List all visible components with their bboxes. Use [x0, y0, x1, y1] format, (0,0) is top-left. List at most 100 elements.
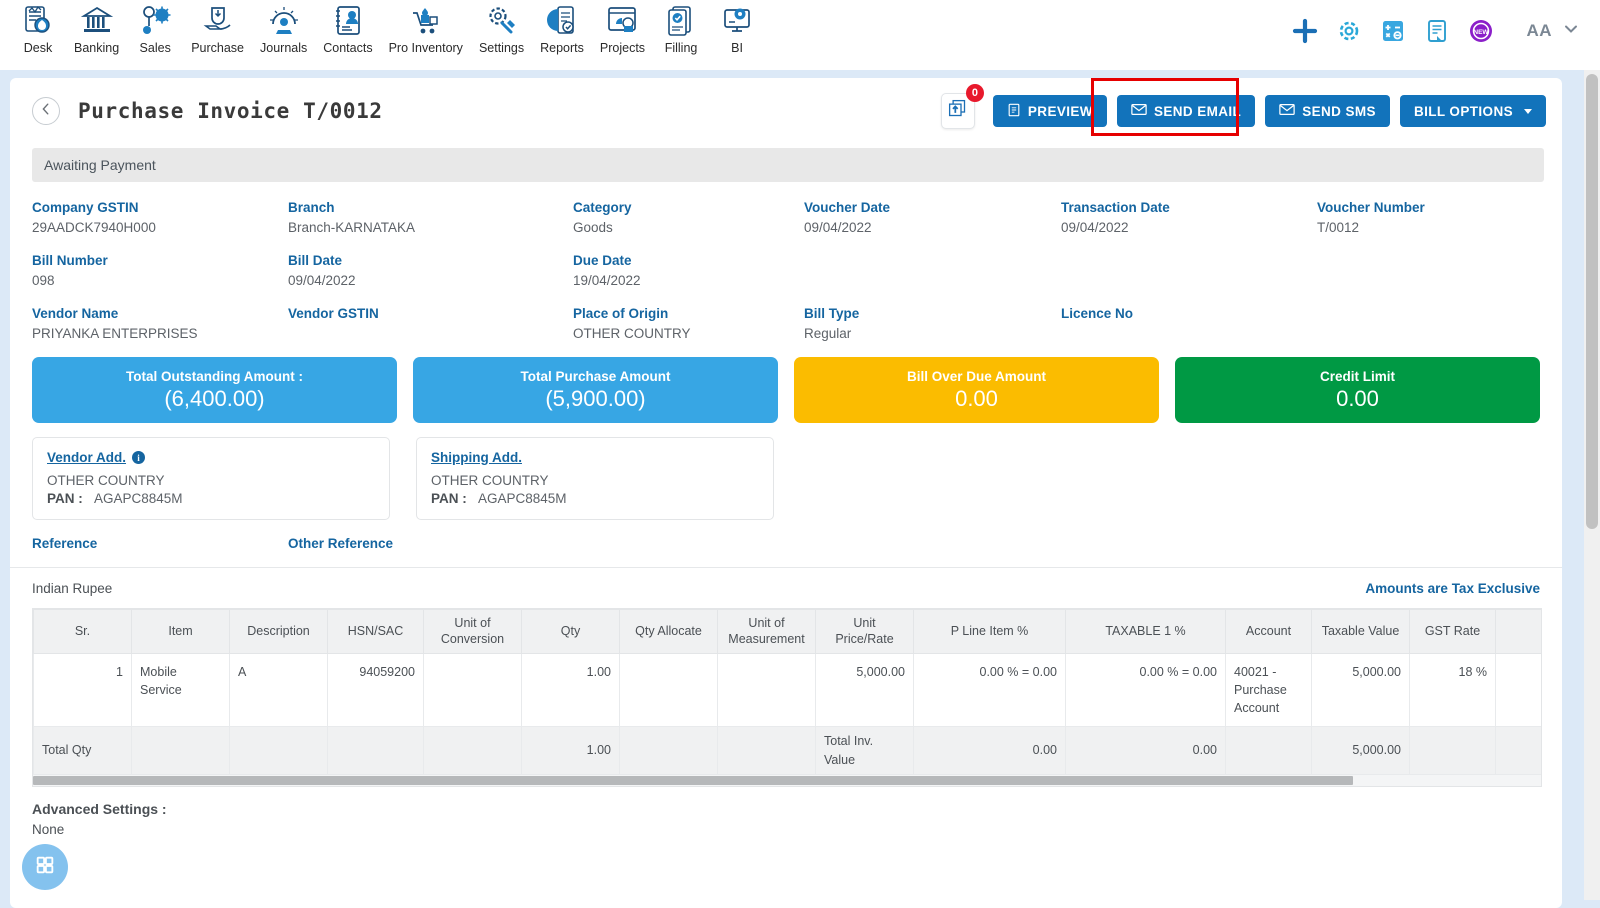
page-title: Purchase Invoice T/0012	[78, 99, 383, 123]
advanced-settings-title: Advanced Settings :	[32, 800, 167, 817]
field-label: Vendor GSTIN	[288, 306, 379, 321]
nav-item-projects[interactable]: Projects	[592, 4, 653, 55]
nav-item-filling[interactable]: Filling	[653, 4, 709, 55]
header-actions: 0 PREVIEW SEND EMAIL SEND SMS BILL OPTIO…	[940, 78, 1546, 136]
field-category: Category Goods	[573, 200, 804, 235]
envelope-icon	[1279, 103, 1295, 119]
col-taxable-1-pct: TAXABLE 1 %	[1065, 609, 1226, 654]
nav-item-journals[interactable]: Journals	[252, 4, 315, 55]
nav-item-contacts[interactable]: Contacts	[315, 4, 380, 55]
nav-label: Desk	[23, 41, 53, 55]
plus-icon[interactable]	[1292, 18, 1318, 44]
col-item: Item	[131, 609, 230, 654]
field-vendor-gstin: Vendor GSTIN	[288, 306, 573, 341]
envelope-icon	[1131, 103, 1147, 119]
send-email-button[interactable]: SEND EMAIL	[1116, 95, 1256, 127]
shipping-pan-line: PAN : AGAPC8845M	[431, 491, 759, 506]
shipping-address-link[interactable]: Shipping Add.	[431, 450, 522, 465]
nav-label: Pro Inventory	[388, 41, 463, 55]
user-initials: AA	[1526, 21, 1552, 40]
cell-item-link[interactable]: Mobile Service	[131, 652, 230, 728]
page-vertical-scrollbar[interactable]	[1584, 70, 1600, 900]
col-gst-rate: GST Rate	[1409, 609, 1496, 654]
table-scrollbar-thumb[interactable]	[33, 775, 1353, 785]
totals-qty: 1.00	[521, 726, 620, 775]
field-label: Branch	[288, 200, 335, 215]
nav-item-bi[interactable]: BI	[709, 4, 765, 55]
col-unit-of-conversion: Unit of Conversion	[423, 609, 522, 654]
nav-item-pro-inventory[interactable]: Pro Inventory	[381, 4, 471, 55]
totals-label: Total Qty	[33, 726, 132, 775]
status-badge: Awaiting Payment	[44, 157, 156, 173]
nav-label: Contacts	[323, 41, 373, 55]
field-licence-no: Licence No	[1061, 306, 1133, 341]
purchase-icon	[201, 4, 235, 38]
address-boxes: Vendor Add. i OTHER COUNTRY PAN : AGAPC8…	[10, 423, 1562, 520]
chevron-left-icon	[39, 102, 53, 121]
invoice-fields: Company GSTIN 29AADCK7940H000 Branch Bra…	[10, 182, 1562, 341]
gear-icon[interactable]	[1336, 18, 1362, 44]
card-bill-over-due-amount: Bill Over Due Amount 0.00	[794, 357, 1159, 423]
nav-item-reports[interactable]: Reports	[532, 4, 592, 55]
desk-icon	[21, 4, 55, 38]
table-totals-row: Total Qty 1.00 Total Inv. Value 0.00 0.0…	[33, 726, 1541, 775]
field-branch: Branch Branch-KARNATAKA	[288, 200, 573, 235]
field-row-1: Company GSTIN 29AADCK7940H000 Branch Bra…	[32, 200, 1540, 235]
user-menu[interactable]: AA	[1526, 20, 1580, 43]
grid-apps-icon	[34, 854, 56, 881]
shipping-address-label: Shipping Add.	[431, 450, 522, 465]
field-voucher-number: Voucher Number T/0012	[1317, 200, 1425, 235]
field-due-date: Due Date 19/04/2022	[573, 253, 804, 288]
svg-text:NEW: NEW	[1474, 29, 1490, 36]
field-value: 09/04/2022	[804, 220, 872, 235]
filling-icon	[664, 4, 698, 38]
nav-label: Filling	[664, 41, 698, 55]
nav-item-sales[interactable]: Sales	[127, 4, 183, 55]
card-title: Total Outstanding Amount :	[126, 368, 303, 384]
attachment-count-badge: 0	[965, 84, 984, 102]
field-value: PRIYANKA ENTERPRISES	[32, 326, 198, 341]
attachment-upload-wrapper: 0	[940, 84, 984, 129]
bill-options-button[interactable]: BILL OPTIONS	[1399, 95, 1546, 127]
col-extra	[1495, 609, 1541, 654]
field-label: Place of Origin	[573, 306, 669, 321]
calculator-icon[interactable]	[1380, 18, 1406, 44]
page-scrollbar-thumb[interactable]	[1586, 74, 1598, 529]
col-qty: Qty	[521, 609, 620, 654]
card-credit-limit: Credit Limit 0.00	[1175, 357, 1540, 423]
apps-fab-button[interactable]	[22, 844, 68, 890]
card-value: 0.00	[955, 385, 998, 411]
nav-item-purchase[interactable]: Purchase	[183, 4, 252, 55]
card-total-purchase-amount: Total Purchase Amount (5,900.00)	[413, 357, 778, 423]
field-value: 098	[32, 273, 55, 288]
advanced-settings-section: Advanced Settings : None	[10, 787, 1562, 837]
new-badge-icon[interactable]: NEW	[1468, 18, 1494, 44]
preview-button-label: PREVIEW	[1027, 103, 1093, 119]
reference-row: Reference Other Reference	[10, 520, 1562, 551]
vendor-address-link[interactable]: Vendor Add. i	[47, 450, 146, 465]
top-navigation-bar: Desk Banking Sales Purchase Journals Con…	[0, 0, 1600, 70]
currency-label: Indian Rupee	[32, 581, 113, 596]
cell-hsn-sac: 94059200	[327, 652, 424, 728]
nav-item-settings[interactable]: Settings	[471, 4, 532, 55]
contacts-icon	[331, 4, 365, 38]
nav-item-desk[interactable]: Desk	[10, 4, 66, 55]
field-value: 29AADCK7940H000	[32, 220, 156, 235]
vendor-address-label: Vendor Add.	[47, 450, 127, 465]
card-value: (5,900.00)	[545, 385, 646, 411]
table-horizontal-scrollbar[interactable]	[33, 774, 1541, 786]
send-sms-button[interactable]: SEND SMS	[1265, 95, 1390, 127]
settings-icon	[485, 4, 519, 38]
card-title: Credit Limit	[1319, 368, 1395, 384]
back-button[interactable]	[32, 97, 60, 125]
upload-icon	[947, 98, 968, 124]
cell-taxable-value: 5,000.00	[1311, 652, 1410, 728]
notes-icon[interactable]	[1424, 18, 1450, 44]
preview-button[interactable]: PREVIEW	[992, 95, 1107, 127]
field-row-2: Bill Number 098 Bill Date 09/04/2022 Due…	[32, 253, 1540, 288]
nav-label: Projects	[599, 41, 646, 55]
totals-inv-label: Total Inv. Value	[815, 726, 914, 775]
info-icon[interactable]: i	[132, 451, 146, 464]
nav-item-banking[interactable]: Banking	[66, 4, 127, 55]
table-row: 1 Mobile Service A 94059200 1.00 5,000.0…	[33, 652, 1541, 728]
